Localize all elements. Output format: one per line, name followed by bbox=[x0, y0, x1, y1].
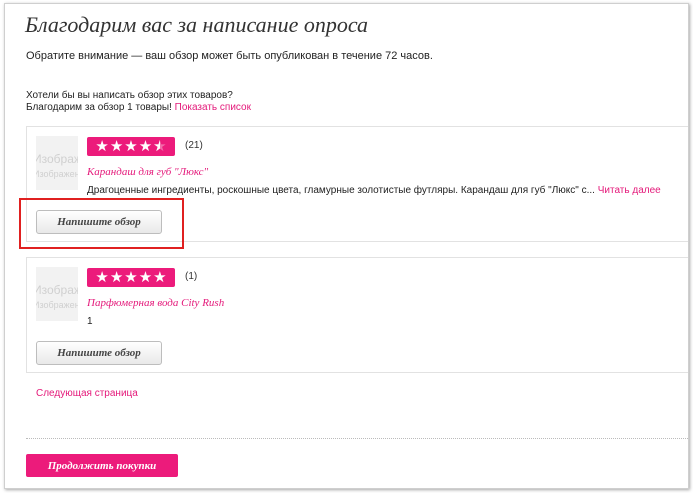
product-card: Изображение Изображение ★ ★ ★ ★ ★ (21) К… bbox=[26, 126, 688, 242]
description-text: Драгоценные ингредиенты, роскошные цвета… bbox=[87, 185, 595, 196]
image-placeholder-text-2: Изображение bbox=[36, 169, 78, 179]
write-review-button[interactable]: Напишите обзор bbox=[36, 341, 162, 365]
star-icon: ★ bbox=[95, 138, 109, 155]
half-star-icon: ★ bbox=[153, 139, 166, 154]
review-count: (1) bbox=[185, 271, 198, 282]
product-image[interactable]: Изображение Изображение bbox=[36, 136, 78, 190]
continue-shopping-button[interactable]: Продолжить покупки bbox=[26, 454, 178, 477]
star-rating: ★ ★ ★ ★ ★ bbox=[87, 137, 175, 156]
page-frame: Благодарим вас за написание опроса Обрат… bbox=[4, 3, 689, 489]
product-name-link[interactable]: Парфюмерная вода City Rush bbox=[87, 297, 224, 309]
write-review-button[interactable]: Напишите обзор bbox=[36, 210, 162, 234]
product-image[interactable]: Изображение Изображение bbox=[36, 267, 78, 321]
thanks-text: Благодарим за обзор 1 товары! bbox=[26, 102, 172, 113]
divider bbox=[26, 438, 688, 439]
product-description: 1 bbox=[87, 316, 93, 327]
star-icon: ★ bbox=[124, 269, 138, 286]
page-title: Благодарим вас за написание опроса bbox=[25, 12, 369, 37]
star-icon: ★ bbox=[153, 269, 167, 286]
show-list-link[interactable]: Показать список bbox=[175, 102, 251, 113]
star-icon: ★ bbox=[109, 138, 124, 155]
read-more-link[interactable]: Читать далее bbox=[598, 185, 661, 196]
star-icon: ★ bbox=[95, 269, 109, 286]
image-placeholder-text: Изображение bbox=[36, 152, 78, 166]
thanks-line: Благодарим за обзор 1 товары! Показать с… bbox=[26, 102, 251, 113]
star-rating: ★ ★ ★ ★ ★ bbox=[87, 268, 175, 287]
publish-note: Обратите внимание — ваш обзор может быть… bbox=[26, 50, 433, 62]
star-icon: ★ bbox=[138, 138, 153, 155]
star-icon: ★ bbox=[138, 269, 153, 286]
review-count: (21) bbox=[185, 140, 203, 151]
star-icon: ★ bbox=[124, 138, 138, 155]
review-prompt: Хотели бы вы написать обзор этих товаров… bbox=[26, 90, 233, 101]
image-placeholder-text-2: Изображение bbox=[36, 300, 78, 310]
next-page-link[interactable]: Следующая страница bbox=[36, 388, 138, 399]
star-icon: ★ bbox=[109, 269, 124, 286]
product-description: Драгоценные ингредиенты, роскошные цвета… bbox=[87, 185, 661, 196]
image-placeholder-text: Изображение bbox=[36, 283, 78, 297]
product-name-link[interactable]: Карандаш для губ "Люкс" bbox=[87, 166, 208, 178]
product-card: Изображение Изображение ★ ★ ★ ★ ★ (1) Па… bbox=[26, 257, 688, 373]
